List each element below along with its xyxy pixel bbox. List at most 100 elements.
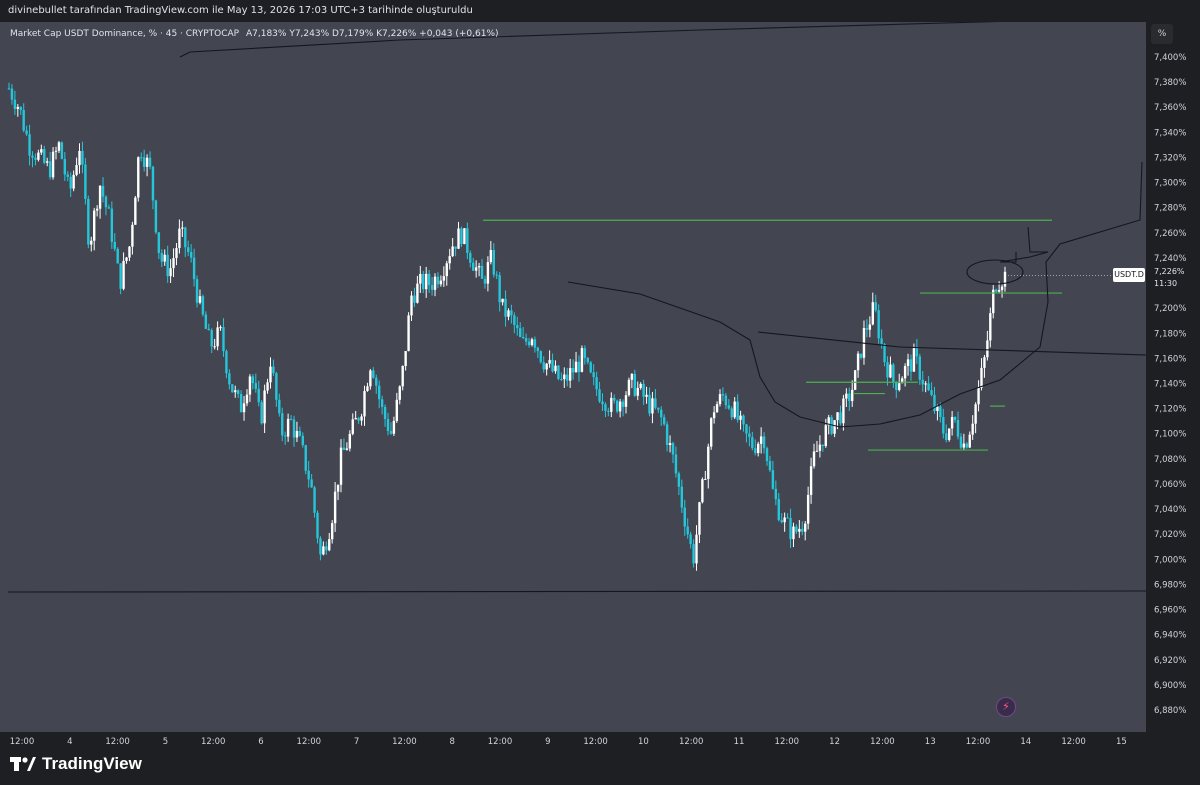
candle-body [783,517,786,523]
candle-body [918,356,921,380]
candle-body [125,257,128,261]
candle-body [145,157,149,167]
candle-body [586,357,589,363]
candle-body [369,370,372,387]
x-tick-label: 12:00 [297,737,322,744]
chart-area[interactable]: 7,400% 7,380% 7,360% 7,340% 7,320% 7,300% 7,28… [0,22,1200,744]
legend-title: Market Cap USDT Dominance, % · 45 · CRYP… [10,29,240,39]
candle-body [580,348,584,372]
candle-body [557,365,560,379]
candle-body [519,328,522,337]
y-tick-label: 7,300% [1154,179,1186,189]
candle-body [668,443,672,445]
candle-body [704,478,707,480]
candle-body [69,176,72,189]
candle-body [413,295,416,303]
candle-body [707,446,710,479]
candle-body [363,390,366,417]
candle-body [469,252,472,263]
candle-body [451,246,454,257]
candle-body [654,398,657,408]
candle-body [339,447,343,485]
candle-body [701,479,704,503]
candle-body [37,152,40,160]
candle-body [774,488,778,500]
y-tick-label: 7,320% [1154,153,1186,163]
candle-body [433,276,437,290]
candle-body [78,150,81,166]
percent-scale-button[interactable]: % [1151,24,1173,44]
candle-body [278,399,281,414]
candle-body [947,428,951,441]
candle-body [436,276,440,285]
candle-body [54,150,58,152]
y-tick-label: 7,100% [1154,430,1186,440]
candle-body [865,328,869,330]
candle-body [618,401,622,412]
candle-body [930,390,933,395]
candle-body [81,150,84,165]
candle-body [330,523,334,540]
y-tick-label: 7,200% [1154,304,1186,314]
candle-body [172,258,175,269]
candle-body [477,265,481,268]
candle-body [116,248,119,264]
candle-body [175,248,178,259]
x-tick-label: 5 [163,737,168,744]
y-tick-label: 7,360% [1154,103,1186,113]
candle-body [601,401,604,405]
footer-bar: TradingView [0,744,1200,785]
candle-body [824,425,827,447]
candle-body [939,406,942,418]
candle-body [836,412,839,421]
candle-body [351,419,354,434]
candle-body [762,436,766,449]
candle-body [874,302,877,311]
candle-body [636,387,639,396]
lightning-icon[interactable]: ⚡ [996,697,1016,717]
candle-body [630,373,634,380]
tradingview-logo[interactable]: TradingView [10,753,142,775]
candle-body [639,383,642,388]
candle-body [310,479,313,488]
candle-body [157,232,161,254]
x-tick-label: 12:00 [488,737,513,744]
bar-countdown: 11:30 [1154,279,1178,288]
x-tick-label: 9 [545,737,550,744]
candlestick-chart[interactable]: 7,400% 7,380% 7,360% 7,340% 7,320% 7,300% 7,28… [0,22,1200,744]
candle-body [28,134,31,156]
candle-body [416,283,419,303]
candle-body [231,384,234,393]
candle-body [959,436,963,448]
candle-body [809,466,813,495]
candle-body [851,389,854,402]
y-tick-label: 7,120% [1154,405,1186,415]
candle-body [43,149,46,163]
candle-body [439,280,443,285]
candle-body [953,416,957,421]
candle-body [480,265,484,279]
candle-body [660,409,663,418]
y-tick-label: 6,880% [1154,706,1186,716]
x-tick-label: 10 [638,737,649,744]
candle-body [407,315,410,352]
candle-body [633,373,637,396]
candle-body [986,340,989,358]
candle-body [877,310,880,339]
candle-body [395,399,399,421]
candle-body [51,151,55,178]
candle-body [128,246,131,258]
candle-body [389,431,393,434]
candle-body [134,197,137,225]
candle-body [806,494,810,524]
y-tick-label: 7,240% [1154,254,1186,264]
candle-body [13,99,17,109]
candle-body [195,279,199,303]
candle-body [454,246,457,249]
candle-body [45,161,49,163]
candle-body [615,400,619,412]
candle-body [871,302,874,325]
candle-body [269,366,272,383]
candle-body [859,353,863,358]
x-tick-label: 13 [925,737,936,744]
